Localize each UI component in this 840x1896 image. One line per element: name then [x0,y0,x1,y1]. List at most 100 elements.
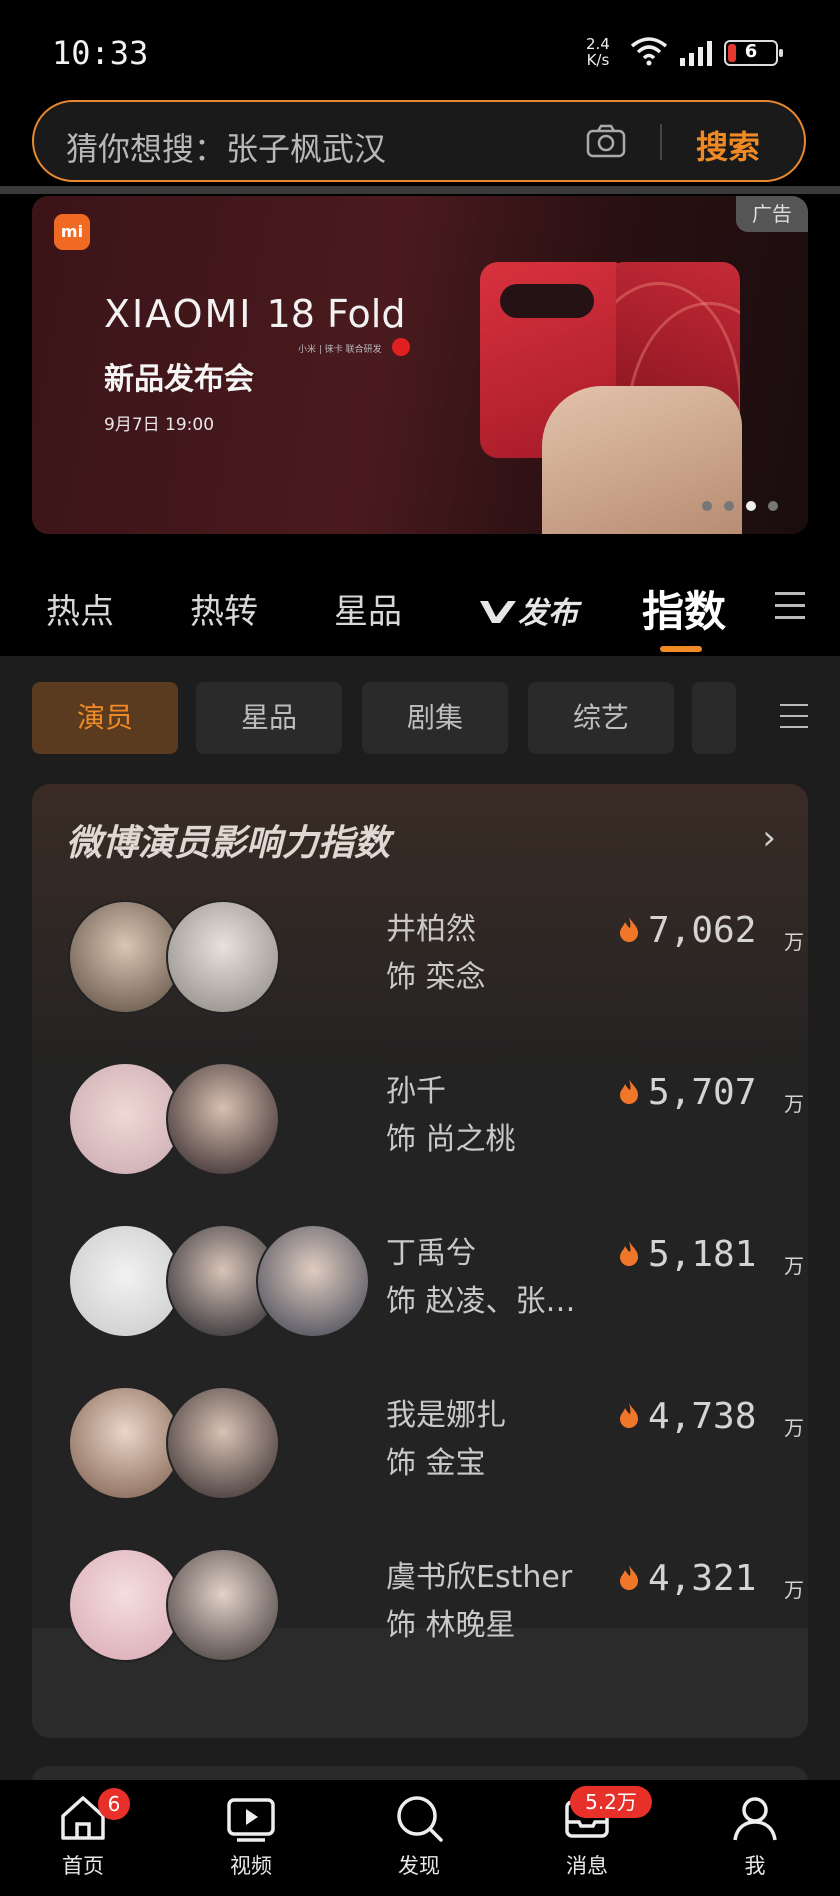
tabs-menu-icon[interactable] [775,592,805,628]
wifi-icon [630,37,668,66]
index-unit: 万 [784,1578,804,1602]
list-item[interactable]: 孙千 饰 尚之桃 5,707 万 [32,1062,808,1192]
notification-badge: 5.2万 [570,1786,652,1818]
index-value: 5,181 [648,1234,757,1275]
net-speed: 2.4 K/s [586,36,610,68]
banner-page-indicator [690,496,778,515]
bottom-nav: 首页 6 视频 发现 消息 5.2万 我 [0,1780,840,1896]
page-dot [702,501,712,511]
subtab-actors[interactable]: 演员 [32,682,178,754]
actor-name: 虞书欣Esther [386,1560,573,1595]
avatar [166,1386,280,1500]
nav-video[interactable]: 视频 [196,1792,306,1880]
fire-icon [620,1403,638,1428]
nav-label: 视频 [230,1854,272,1878]
list-item[interactable]: 虞书欣Esther 饰 林晚星 4,321 万 [32,1548,808,1678]
nav-messages[interactable]: 消息 5.2万 [532,1786,652,1880]
banner-brand-name: XIAOMI [104,292,253,336]
page-dot-active [746,501,756,511]
chevron-right-icon[interactable]: › [762,818,776,858]
subtab-star-products[interactable]: 星品 [196,682,342,754]
subtab-variety[interactable]: 综艺 [528,682,674,754]
notification-badge: 6 [98,1788,130,1820]
avatar [166,1062,280,1176]
signal-icon [680,41,712,66]
battery-level: 6 [744,41,758,62]
page-dot [768,501,778,511]
video-icon [227,1798,275,1842]
list-item[interactable]: 丁禹兮 饰 赵凌、张… 5,181 万 [32,1224,808,1354]
net-speed-value: 2.4 [586,35,610,53]
search-button[interactable]: 搜索 [696,122,760,168]
subtab-more-partial[interactable] [692,682,736,754]
tab-star-products[interactable]: 星品 [334,584,402,633]
actor-name: 井柏然 [386,912,476,947]
nav-label: 首页 [62,1854,104,1878]
avatar [68,900,182,1014]
avatar [256,1224,370,1338]
banner-date: 9月7日 19:00 [104,415,215,435]
fire-icon [620,917,638,942]
banner-model: 18 Fold [266,292,406,336]
index-value: 7,062 [648,910,757,951]
avatar [68,1224,182,1338]
actor-name: 丁禹兮 [386,1236,476,1271]
avatar [68,1062,182,1176]
nav-label: 消息 [566,1854,608,1878]
page-dot [724,501,734,511]
ad-tag: 广告 [736,196,808,232]
battery-icon: 6 [724,40,783,66]
tab-hot[interactable]: 热点 [46,584,114,633]
tab-index[interactable]: 指数 [642,578,726,639]
tab-v-publish-label: 发布 [518,596,578,631]
subtabs-menu-icon[interactable] [780,704,808,737]
card-title: 微博演员影响力指数 [66,823,391,864]
status-bar: 10:33 2.4 K/s 6 [0,0,840,100]
search-bar[interactable]: 猜你想搜：张子枫武汉 搜索 [32,100,806,182]
nav-discover[interactable]: 发现 [364,1792,474,1880]
index-unit: 万 [784,1092,804,1116]
search-icon [397,1796,443,1842]
fire-icon [620,1565,638,1590]
camera-icon[interactable] [586,124,626,158]
search-input[interactable]: 猜你想搜：张子枫武汉 [66,124,386,170]
list-item[interactable]: 井柏然 饰 栾念 7,062 万 [32,900,808,1030]
actor-role: 饰 栾念 [386,960,486,995]
ad-banner[interactable]: mi 广告 XIAOMI 18 Fold 小米 | 徕卡 联合研发 新品发布会 … [32,196,808,534]
list-item[interactable]: 我是娜扎 饰 金宝 4,738 万 [32,1386,808,1516]
net-speed-unit: K/s [586,51,610,69]
tab-v-publish[interactable]: 发布 [478,588,578,632]
nav-home[interactable]: 首页 6 [28,1788,138,1880]
index-panel: 演员 星品 剧集 综艺 微博演员影响力指数 › 井柏然 饰 栾念 7,062 万… [0,656,840,1780]
banner-cobrand: 小米 | 徕卡 联合研发 [298,345,382,355]
actor-index-card[interactable]: 微博演员影响力指数 › 井柏然 饰 栾念 7,062 万 孙千 饰 尚之桃 5,… [32,784,808,1738]
tab-hot-repost[interactable]: 热转 [190,584,258,633]
search-divider [660,124,662,160]
nav-me[interactable]: 我 [700,1792,810,1880]
index-value: 5,707 [648,1072,757,1113]
nav-label: 发现 [398,1854,440,1878]
fire-icon [620,1079,638,1104]
subtab-series[interactable]: 剧集 [362,682,508,754]
actor-name: 孙千 [386,1074,446,1109]
avatar [166,900,280,1014]
search-underline [0,186,840,194]
status-time: 10:33 [52,34,149,72]
index-unit: 万 [784,1416,804,1440]
avatar [166,1548,280,1662]
active-tab-indicator [660,646,702,652]
banner-title: 新品发布会 [104,362,254,397]
profile-icon [733,1797,777,1841]
avatar [68,1548,182,1662]
index-unit: 万 [784,930,804,954]
index-unit: 万 [784,1254,804,1278]
actor-role: 饰 尚之桃 [386,1122,516,1157]
avatar [68,1386,182,1500]
index-value: 4,321 [648,1558,757,1599]
banner-brand: XIAOMI 18 Fold [104,292,405,336]
v-logo-icon [480,601,516,623]
top-tabs: 热点 热转 星品 发布 指数 [0,558,840,656]
nav-label: 我 [744,1854,766,1878]
index-value: 4,738 [648,1396,757,1437]
xiaomi-logo: mi [54,214,90,250]
